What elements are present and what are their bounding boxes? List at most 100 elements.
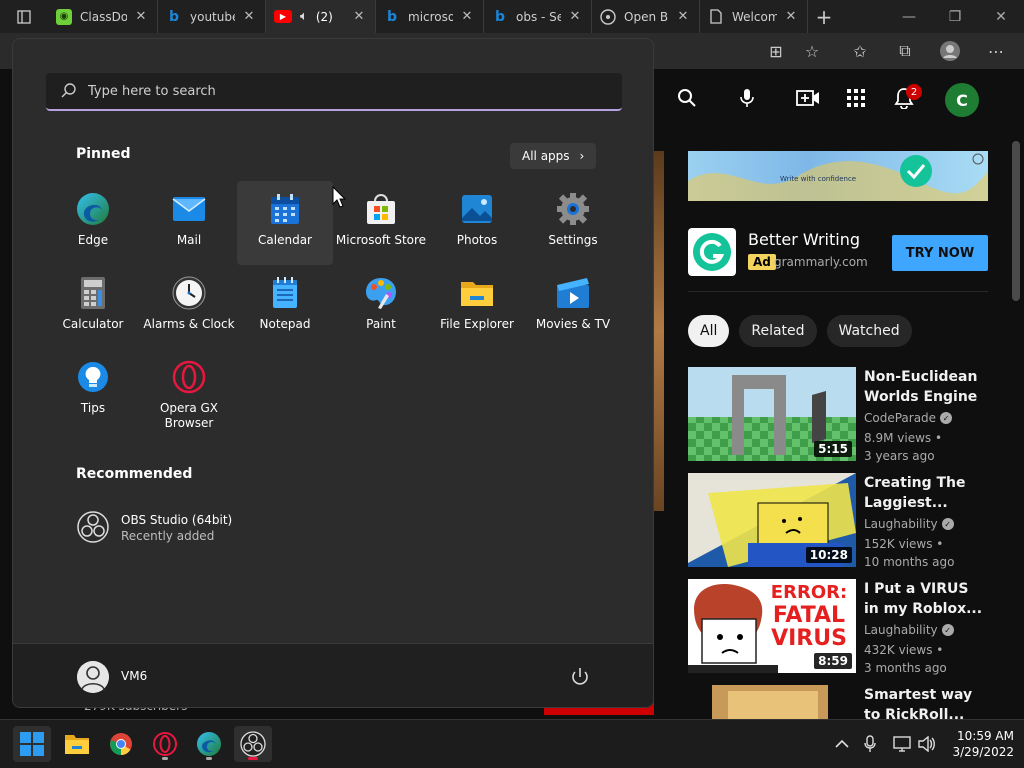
tab-close-icon[interactable]: ✕ <box>133 9 149 24</box>
favorites-icon[interactable]: ✩ <box>849 40 871 62</box>
taskbar-file-explorer[interactable] <box>58 726 96 762</box>
tab-close-icon[interactable]: ✕ <box>567 9 583 24</box>
browser-tab-obs-search[interactable]: b obs - Se ✕ <box>484 0 592 33</box>
start-search-box[interactable] <box>46 73 622 111</box>
browser-tab-open-broadcaster[interactable]: Open B ✕ <box>592 0 700 33</box>
video-item[interactable]: ERROR: FATAL VIRUS 8:59 I Put a VIRUS in… <box>688 579 988 675</box>
video-title[interactable]: I Put a VIRUS in my Roblox... <box>864 579 984 619</box>
folder-icon <box>459 275 495 311</box>
try-now-button[interactable]: TRY NOW <box>892 235 988 271</box>
video-thumbnail[interactable] <box>688 685 856 719</box>
page-icon <box>708 9 724 25</box>
browser-tab-microsoft[interactable]: b microso ✕ <box>376 0 484 33</box>
system-clock[interactable]: 10:59 AM 3/29/2022 <box>944 728 1014 760</box>
microphone-tray-icon[interactable] <box>860 734 880 754</box>
pinned-app-mail[interactable]: Mail <box>141 181 237 265</box>
add-favorite-icon[interactable]: ☆ <box>801 40 823 62</box>
video-channel[interactable]: Laughability ✓ <box>864 623 954 637</box>
pinned-app-microsoft-store[interactable]: Microsoft Store <box>333 181 429 265</box>
minimize-button[interactable]: — <box>886 0 932 33</box>
browser-tab-youtube[interactable]: ▶ 🔈︎ (2) ✕ <box>266 0 376 33</box>
browser-tab-classdojo[interactable]: ◉ ClassDo ✕ <box>48 0 158 33</box>
tab-close-icon[interactable]: ✕ <box>459 9 475 24</box>
pinned-app-notepad[interactable]: Notepad <box>237 265 333 349</box>
pinned-app-opera-gx[interactable]: Opera GX Browser <box>141 349 237 445</box>
power-icon[interactable] <box>569 666 591 688</box>
video-item[interactable]: 5:15 Non-Euclidean Worlds Engine CodePar… <box>688 367 988 463</box>
pinned-heading: Pinned <box>76 146 131 162</box>
video-title[interactable]: Creating The Laggiest... <box>864 473 984 513</box>
video-thumbnail[interactable]: 5:15 <box>688 367 856 461</box>
channel-name: CodeParade <box>864 411 937 425</box>
taskbar-opera-gx[interactable] <box>146 726 184 762</box>
user-avatar[interactable] <box>77 661 109 693</box>
video-channel[interactable]: Laughability ✓ <box>864 517 954 531</box>
page-scrollbar[interactable] <box>1012 141 1020 301</box>
tab-close-icon[interactable]: ✕ <box>783 9 799 24</box>
profile-icon[interactable] <box>939 40 961 62</box>
pinned-app-calendar[interactable]: Calendar <box>237 181 333 265</box>
show-hidden-icons-chevron-icon[interactable] <box>832 734 852 754</box>
new-tab-button[interactable]: + <box>808 5 840 29</box>
pinned-app-tips[interactable]: Tips <box>45 349 141 433</box>
chip-all[interactable]: All <box>688 315 730 347</box>
pinned-app-calculator[interactable]: Calculator <box>45 265 141 349</box>
close-window-button[interactable]: ✕ <box>978 0 1024 33</box>
chip-watched[interactable]: Watched <box>826 315 912 347</box>
create-video-icon[interactable] <box>795 85 821 111</box>
photos-icon <box>459 191 495 227</box>
pinned-app-photos[interactable]: Photos <box>429 181 525 265</box>
volume-icon[interactable] <box>917 734 937 754</box>
more-options-icon[interactable]: ⋯ <box>985 40 1007 62</box>
tab-label: obs - Se <box>516 9 561 24</box>
video-title[interactable]: Non-Euclidean Worlds Engine <box>864 367 984 407</box>
all-apps-button[interactable]: All apps › <box>510 143 597 169</box>
pinned-app-paint[interactable]: Paint <box>333 265 429 349</box>
ad-banner-image[interactable]: Write with confidence <box>688 151 988 201</box>
start-search-input[interactable] <box>88 73 608 109</box>
tab-close-icon[interactable]: ✕ <box>241 9 257 24</box>
video-channel[interactable]: CodeParade ✓ <box>864 411 953 425</box>
ad-card[interactable]: Better Writing Ad grammarly.com TRY NOW <box>688 226 988 278</box>
video-title[interactable]: Smartest way to RickRoll... <box>864 685 984 719</box>
taskbar-edge[interactable] <box>190 726 228 762</box>
tab-label: Welcom <box>732 9 777 24</box>
tab-close-icon[interactable]: ✕ <box>351 9 367 24</box>
obs-icon <box>240 731 266 757</box>
tab-audio-icon[interactable]: 🔈︎ <box>300 9 308 24</box>
tab-actions-icon <box>17 9 31 24</box>
apps-icon[interactable]: ⊞ <box>765 40 787 62</box>
apps-grid-icon[interactable] <box>843 85 869 111</box>
account-avatar[interactable]: C <box>945 83 979 117</box>
video-item[interactable]: Smartest way to RickRoll... <box>688 685 988 719</box>
network-icon[interactable] <box>892 734 912 754</box>
pinned-app-movies-tv[interactable]: Movies & TV <box>525 265 621 349</box>
app-label: Calculator <box>62 317 124 331</box>
pinned-app-alarms-clock[interactable]: Alarms & Clock <box>141 265 237 349</box>
ad-badge: Ad <box>748 254 776 270</box>
video-age: 3 years ago <box>864 449 935 463</box>
pinned-app-edge[interactable]: Edge <box>45 181 141 265</box>
pinned-app-settings[interactable]: Settings <box>525 181 621 265</box>
store-icon <box>363 191 399 227</box>
pinned-app-file-explorer[interactable]: File Explorer <box>429 265 525 349</box>
video-thumbnail[interactable]: ERROR: FATAL VIRUS 8:59 <box>688 579 856 673</box>
tab-actions-button[interactable] <box>0 0 48 33</box>
video-thumbnail[interactable]: 10:28 <box>688 473 856 567</box>
chip-related[interactable]: Related <box>739 315 817 347</box>
search-icon[interactable] <box>674 85 700 111</box>
notepad-icon <box>267 275 303 311</box>
tab-close-icon[interactable]: ✕ <box>675 9 691 24</box>
user-name[interactable]: VM6 <box>121 669 147 683</box>
microphone-icon[interactable] <box>734 85 760 111</box>
taskbar-chrome[interactable] <box>102 726 140 762</box>
taskbar-obs[interactable] <box>234 726 272 762</box>
browser-tab-youtube-search[interactable]: b youtube ✕ <box>158 0 266 33</box>
collections-icon[interactable]: ⧉ <box>894 40 916 62</box>
restore-button[interactable]: ❐ <box>932 0 978 33</box>
recommended-item-obs[interactable]: OBS Studio (64bit) Recently added <box>76 509 376 549</box>
browser-tab-welcome[interactable]: Welcom ✕ <box>700 0 808 33</box>
start-button[interactable] <box>13 726 51 762</box>
video-player-edge[interactable] <box>654 151 664 511</box>
video-item[interactable]: 10:28 Creating The Laggiest... Laughabil… <box>688 473 988 569</box>
